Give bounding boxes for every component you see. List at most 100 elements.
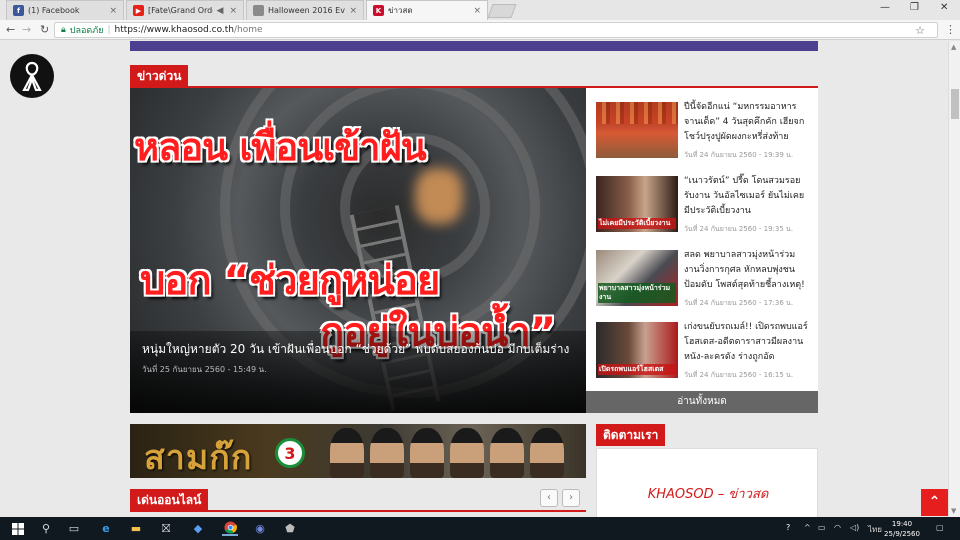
youtube-icon: ▶ xyxy=(133,5,144,16)
page-icon xyxy=(253,5,264,16)
banner-title: สามก๊ก xyxy=(144,438,253,478)
notifications-icon[interactable]: ▢ xyxy=(936,523,944,532)
discord-icon[interactable]: ◉ xyxy=(252,521,268,536)
news-date: วันที่ 24 กันยายน 2560 - 19:39 น. xyxy=(684,151,794,159)
bookmark-star-icon[interactable]: ☆ xyxy=(915,24,925,37)
address-bar[interactable]: 🔒︎ ปลอดภัย | https://www.khaosod.co.th/h… xyxy=(54,22,938,38)
tab-youtube[interactable]: ▶ [Fate\Grand Order CH ◀ × xyxy=(126,0,244,20)
help-tray-icon[interactable]: ? xyxy=(786,523,790,532)
facebook-icon: f xyxy=(13,5,24,16)
back-icon[interactable]: ← xyxy=(6,23,15,36)
tab-facebook[interactable]: f (1) Facebook × xyxy=(6,0,124,20)
forward-icon[interactable]: → xyxy=(22,23,31,36)
omnibox-separator: | xyxy=(107,25,111,35)
scroll-down-icon[interactable]: ▼ xyxy=(951,507,956,515)
hero-date: วันที่ 25 กันยายน 2560 - 15:49 น. xyxy=(142,365,267,374)
close-window-icon[interactable]: ✕ xyxy=(940,2,948,13)
taskbar-clock[interactable]: 19:40 25/9/2560 xyxy=(884,519,920,539)
promo-banner[interactable]: สามก๊ก 3 xyxy=(130,424,586,478)
news-thumbnail: พยาบาลสาวมุ่งหน้าร่วมงาน xyxy=(596,250,678,306)
khaosod-brand-link[interactable]: KHAOSOD – ข่าวสด xyxy=(597,483,819,504)
hero-caption: หนุ่มใหญ่หายตัว 20 วัน เข้าฝันเพื่อนบอก … xyxy=(130,331,586,413)
scroll-up-icon[interactable]: ▲ xyxy=(951,43,956,51)
tab-halloween[interactable]: Halloween 2016 Event Re × xyxy=(246,0,364,20)
news-title[interactable]: สลด พยาบาลสาวมุ่งหน้าร่วมงานวิ่งการกุศล … xyxy=(684,248,808,293)
close-tab-icon[interactable]: × xyxy=(229,6,237,16)
side-news-list: ปีนี้จัดอีกแน่ “มหกรรมอาหารจานเด็ด” 4 วั… xyxy=(586,88,818,413)
list-item[interactable]: ไม่เคยมีประวัติเบี้ยวงาน “เนาวรัตน์” ปรี… xyxy=(596,174,808,240)
hero-overlay-text: หลอน เพื่อนเข้าฝัน xyxy=(134,125,427,169)
tray-overflow-icon[interactable]: ^ xyxy=(804,523,811,532)
prev-arrow-button[interactable]: ‹ xyxy=(540,489,558,507)
header-strip xyxy=(130,41,818,51)
actor-figure xyxy=(490,428,524,478)
minimize-icon[interactable]: — xyxy=(880,2,890,13)
store-icon[interactable]: ⛝ xyxy=(158,521,174,536)
close-tab-icon[interactable]: × xyxy=(109,6,117,16)
news-title[interactable]: เก่งขนยับรถเมล์!! เปิดรถพบแอร์โฮสเตส-อดี… xyxy=(684,320,808,365)
section-underline xyxy=(130,510,586,512)
follow-us-label: ติดตามเรา xyxy=(596,424,666,446)
follow-us-box: KHAOSOD – ข่าวสด xyxy=(596,448,818,517)
actor-figure xyxy=(530,428,564,478)
browser-menu-icon[interactable]: ⋮ xyxy=(945,23,956,36)
actor-figure xyxy=(450,428,484,478)
news-title[interactable]: ปีนี้จัดอีกแน่ “มหกรรมอาหารจานเด็ด” 4 วั… xyxy=(684,100,808,145)
news-title[interactable]: “เนาวรัตน์” ปรี๊ด โดนสวมรอยรับงาน วันอัล… xyxy=(684,174,808,219)
list-item[interactable]: ปีนี้จัดอีกแน่ “มหกรรมอาหารจานเด็ด” 4 วั… xyxy=(596,100,808,166)
actor-figure xyxy=(330,428,364,478)
web-page: ข่าวด่วน หลอน เพื่อนเข้าฝัน บอก “ช่วยกูห… xyxy=(0,41,948,517)
hero-title[interactable]: หนุ่มใหญ่หายตัว 20 วัน เข้าฝันเพื่อนบอก … xyxy=(142,339,574,359)
thumbnail-caption: ไม่เคยมีประวัติเบี้ยวงาน xyxy=(598,218,676,229)
file-explorer-icon[interactable]: ▬ xyxy=(128,521,144,536)
page-scrollbar[interactable]: ▲ ▼ xyxy=(948,41,960,517)
back-to-top-button[interactable]: ⌃ xyxy=(921,489,948,516)
battery-icon[interactable]: ▭ xyxy=(818,523,826,532)
hero-article[interactable]: หลอน เพื่อนเข้าฝัน บอก “ช่วยกูหน่อย กูอย… xyxy=(130,88,586,413)
mute-icon[interactable]: ◀ xyxy=(217,6,224,16)
secure-label: ปลอดภัย xyxy=(69,26,104,36)
maximize-icon[interactable]: ❐ xyxy=(910,2,919,13)
online-section-label: เด่นออนไลน์ xyxy=(130,489,209,511)
new-tab-button[interactable] xyxy=(487,4,517,18)
read-all-button[interactable]: อ่านทั้งหมด xyxy=(586,391,818,413)
clock-date: 25/9/2560 xyxy=(884,530,920,538)
list-item[interactable]: พยาบาลสาวมุ่งหน้าร่วมงาน สลด พยาบาลสาวมุ… xyxy=(596,248,808,314)
dropbox-icon[interactable]: ◆ xyxy=(190,521,206,536)
channel-3-logo: 3 xyxy=(275,438,305,468)
scrollbar-thumb[interactable] xyxy=(951,89,959,119)
khaosod-icon: K xyxy=(373,5,384,16)
edge-icon[interactable]: e xyxy=(98,521,114,536)
lock-icon: 🔒︎ xyxy=(61,25,66,35)
news-thumbnail: เปิดรถพบแอร์โฮสเตส xyxy=(596,322,678,378)
volume-icon[interactable]: ◁) xyxy=(850,523,859,532)
thumbnail-caption: เปิดรถพบแอร์โฮสเตส xyxy=(598,364,676,375)
windows-start-icon[interactable] xyxy=(10,521,26,536)
breaking-news-label: ข่าวด่วน xyxy=(130,65,189,87)
mourning-ribbon-icon xyxy=(10,54,54,98)
input-language[interactable]: ไทย xyxy=(868,523,882,536)
tab-khaosod[interactable]: K ข่าวสด × xyxy=(366,0,488,20)
browser-toolbar: ← → ↻ 🔒︎ ปลอดภัย | https://www.khaosod.c… xyxy=(0,20,960,40)
news-thumbnail: ไม่เคยมีประวัติเบี้ยวงาน xyxy=(596,176,678,232)
actor-figure xyxy=(410,428,444,478)
wifi-icon[interactable]: ◠ xyxy=(834,523,841,532)
close-tab-icon[interactable]: × xyxy=(473,6,481,16)
actor-figure xyxy=(370,428,404,478)
reload-icon[interactable]: ↻ xyxy=(40,23,49,36)
clock-time: 19:40 xyxy=(891,520,913,528)
url-text: https://www.khaosod.co.th/home xyxy=(114,25,263,35)
news-thumbnail xyxy=(596,102,678,158)
news-date: วันที่ 24 กันยายน 2560 - 19:35 น. xyxy=(684,225,794,233)
app-shield-icon[interactable]: ⬟ xyxy=(282,521,298,536)
close-tab-icon[interactable]: × xyxy=(349,6,357,16)
thumbnail-caption: พยาบาลสาวมุ่งหน้าร่วมงาน xyxy=(598,283,676,303)
next-arrow-button[interactable]: › xyxy=(562,489,580,507)
news-date: วันที่ 24 กันยายน 2560 - 16:15 น. xyxy=(684,371,794,379)
tab-strip: f (1) Facebook × ▶ [Fate\Grand Order CH … xyxy=(0,0,960,20)
task-view-icon[interactable]: ▭ xyxy=(66,521,82,536)
chrome-icon[interactable] xyxy=(222,521,238,536)
news-date: วันที่ 24 กันยายน 2560 - 17:36 น. xyxy=(684,299,794,307)
list-item[interactable]: เปิดรถพบแอร์โฮสเตส เก่งขนยับรถเมล์!! เปิ… xyxy=(596,320,808,386)
search-icon[interactable]: ⚲ xyxy=(38,521,54,536)
